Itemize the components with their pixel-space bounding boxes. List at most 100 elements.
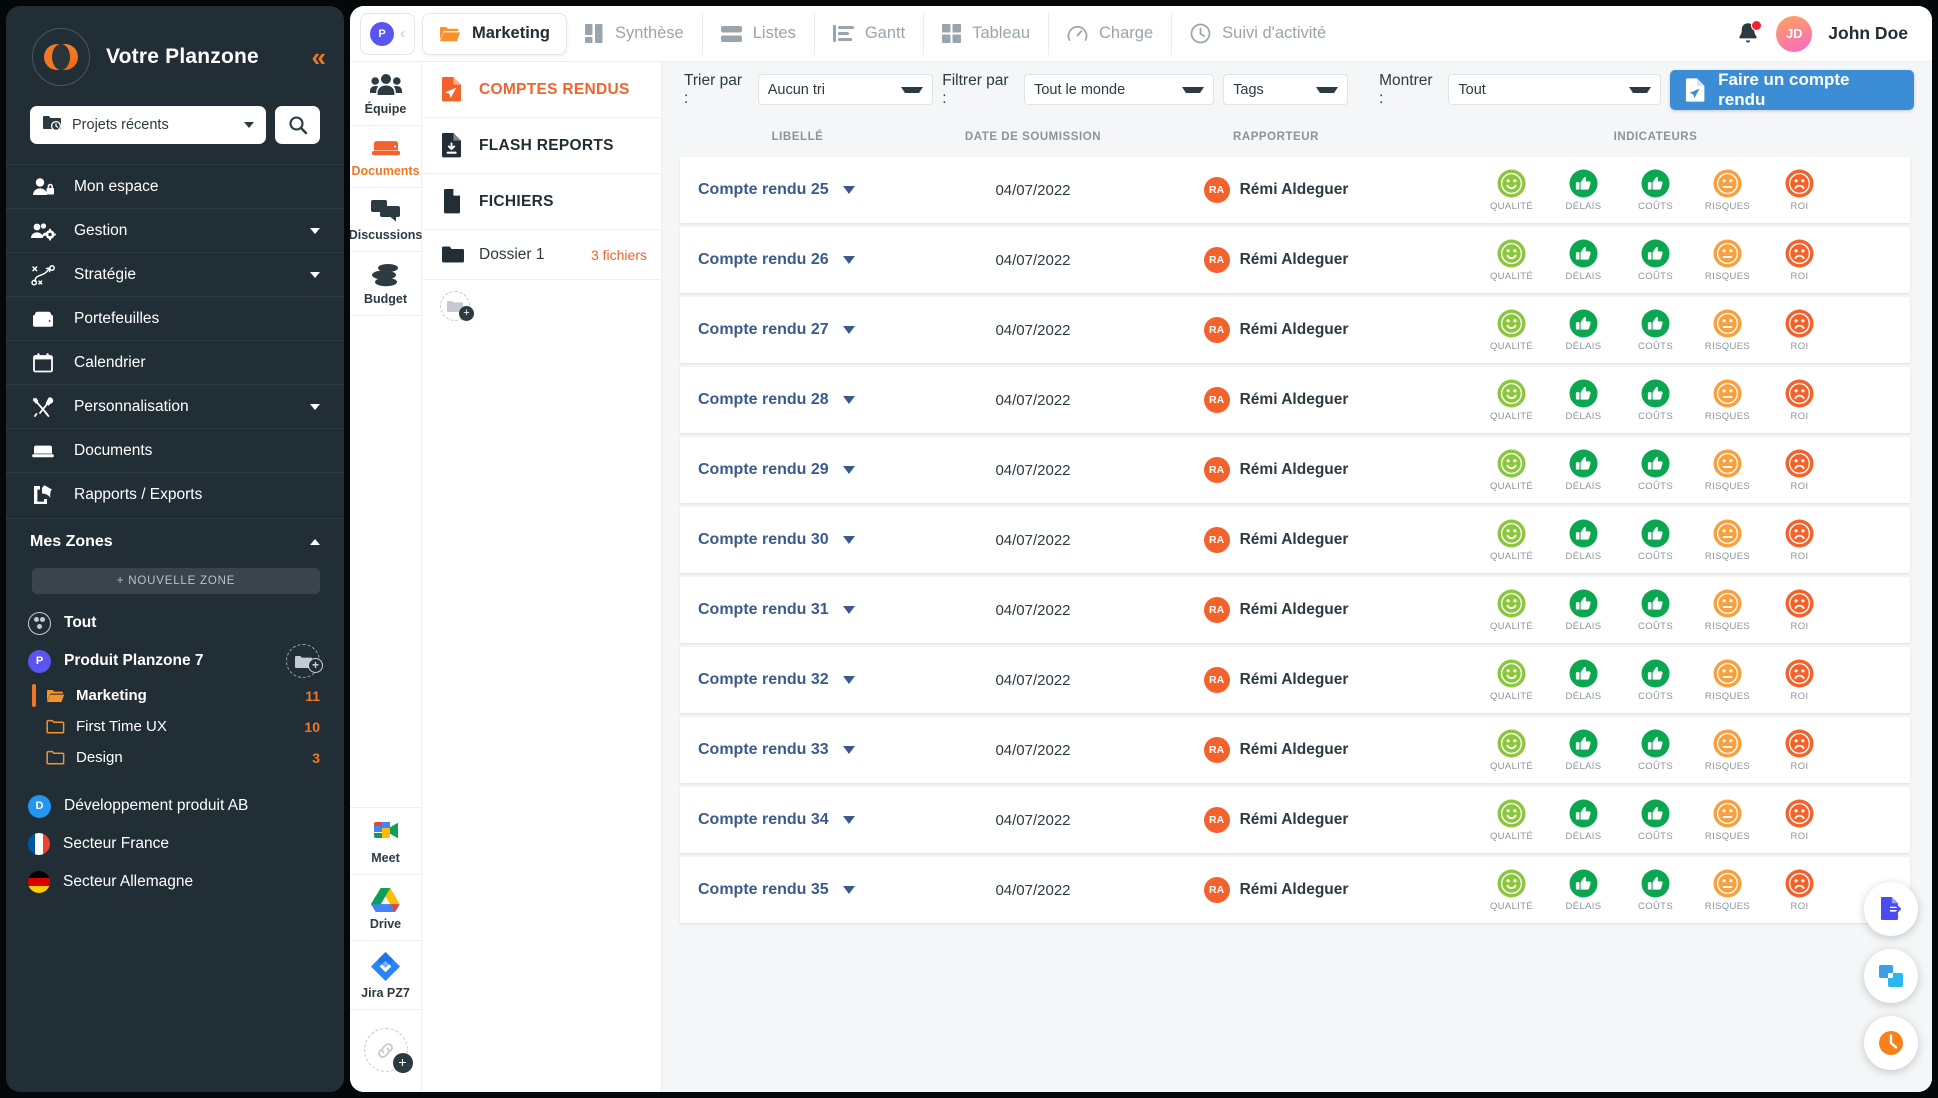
zone-subitem-marketing[interactable]: Marketing 11 bbox=[6, 680, 344, 711]
indicator-qualité[interactable]: QUALITÉ bbox=[1486, 309, 1538, 352]
doc-item-comptes-rendus[interactable]: COMPTES RENDUS bbox=[422, 62, 661, 118]
zones-header[interactable]: Mes Zones bbox=[6, 518, 344, 564]
tab-synthese[interactable]: Synthèse bbox=[567, 12, 703, 55]
chevron-down-icon[interactable] bbox=[842, 186, 855, 194]
sidebar-item-portefeuilles[interactable]: Portefeuilles bbox=[6, 296, 344, 340]
chevron-down-icon[interactable] bbox=[842, 256, 855, 264]
new-zone-button[interactable]: + NOUVELLE ZONE bbox=[32, 568, 320, 594]
sidebar-item-calendrier[interactable]: Calendrier bbox=[6, 340, 344, 384]
tab-tableau[interactable]: Tableau bbox=[924, 12, 1050, 55]
show-select[interactable]: Tout bbox=[1448, 74, 1661, 105]
doc-item-fichiers[interactable]: FICHIERS bbox=[422, 174, 661, 230]
avatar[interactable]: JD bbox=[1776, 15, 1813, 52]
notification-bell-icon[interactable] bbox=[1736, 19, 1763, 47]
report-label-cell[interactable]: Compte rendu 28 bbox=[680, 391, 915, 409]
chevron-down-icon[interactable] bbox=[842, 536, 855, 544]
indicator-roi[interactable]: ROI bbox=[1774, 589, 1826, 632]
indicator-coûts[interactable]: COÛTS bbox=[1630, 659, 1682, 702]
table-row[interactable]: Compte rendu 34 04/07/2022 RA Rémi Aldeguer… bbox=[680, 787, 1910, 853]
sidebar-item-gestion[interactable]: Gestion bbox=[6, 208, 344, 252]
table-row[interactable]: Compte rendu 31 04/07/2022 RA Rémi Aldeguer… bbox=[680, 577, 1910, 643]
indicator-qualité[interactable]: QUALITÉ bbox=[1486, 589, 1538, 632]
indicator-délais[interactable]: DÉLAIS bbox=[1558, 589, 1610, 632]
report-label-cell[interactable]: Compte rendu 30 bbox=[680, 531, 915, 549]
indicator-coûts[interactable]: COÛTS bbox=[1630, 379, 1682, 422]
indicator-délais[interactable]: DÉLAIS bbox=[1558, 169, 1610, 212]
chevron-down-icon[interactable] bbox=[842, 466, 855, 474]
indicator-délais[interactable]: DÉLAIS bbox=[1558, 659, 1610, 702]
indicator-coûts[interactable]: COÛTS bbox=[1630, 729, 1682, 772]
indicator-délais[interactable]: DÉLAIS bbox=[1558, 799, 1610, 842]
indicator-délais[interactable]: DÉLAIS bbox=[1558, 309, 1610, 352]
indicator-risques[interactable]: RISQUES bbox=[1702, 379, 1754, 422]
folder-row-dossier-1[interactable]: Dossier 1 3 fichiers bbox=[422, 230, 661, 280]
indicator-délais[interactable]: DÉLAIS bbox=[1558, 729, 1610, 772]
tab-marketing[interactable]: Marketing bbox=[422, 12, 567, 55]
fab-clock[interactable] bbox=[1864, 1016, 1918, 1070]
indicator-roi[interactable]: ROI bbox=[1774, 729, 1826, 772]
chevron-down-icon[interactable] bbox=[842, 396, 855, 404]
rail-item-equipe[interactable]: Équipe bbox=[350, 62, 421, 126]
indicator-qualité[interactable]: QUALITÉ bbox=[1486, 519, 1538, 562]
table-row[interactable]: Compte rendu 28 04/07/2022 RA Rémi Aldeguer… bbox=[680, 367, 1910, 433]
zone-subitem-first-time-ux[interactable]: First Time UX 10 bbox=[6, 711, 344, 742]
rail-item-discussions[interactable]: Discussions bbox=[350, 188, 422, 252]
report-label-cell[interactable]: Compte rendu 26 bbox=[680, 251, 915, 269]
report-label-cell[interactable]: Compte rendu 31 bbox=[680, 601, 915, 619]
filter-select[interactable]: Tout le monde bbox=[1024, 74, 1215, 105]
sidebar-item-rapports-exports[interactable]: Rapports / Exports bbox=[6, 472, 344, 516]
report-label-cell[interactable]: Compte rendu 27 bbox=[680, 321, 915, 339]
indicator-qualité[interactable]: QUALITÉ bbox=[1486, 239, 1538, 282]
report-label-cell[interactable]: Compte rendu 34 bbox=[680, 811, 915, 829]
project-switcher-button[interactable]: P ‹ bbox=[360, 12, 415, 55]
indicator-coûts[interactable]: COÛTS bbox=[1630, 309, 1682, 352]
indicator-délais[interactable]: DÉLAIS bbox=[1558, 239, 1610, 282]
tab-suivi-activite[interactable]: Suivi d'activité bbox=[1172, 13, 1344, 55]
table-row[interactable]: Compte rendu 26 04/07/2022 RA Rémi Aldeguer… bbox=[680, 227, 1910, 293]
indicator-qualité[interactable]: QUALITÉ bbox=[1486, 449, 1538, 492]
tab-gantt[interactable]: Gantt bbox=[815, 12, 925, 55]
zone-item-developpement-produit-ab[interactable]: D Développement produit AB bbox=[6, 787, 344, 825]
indicator-qualité[interactable]: QUALITÉ bbox=[1486, 659, 1538, 702]
zone-item-secteur-allemagne[interactable]: Secteur Allemagne bbox=[6, 863, 344, 901]
table-row[interactable]: Compte rendu 27 04/07/2022 RA Rémi Aldeguer… bbox=[680, 297, 1910, 363]
indicator-risques[interactable]: RISQUES bbox=[1702, 309, 1754, 352]
sidebar-item-strategie[interactable]: Stratégie bbox=[6, 252, 344, 296]
rail-app-meet[interactable]: Meet bbox=[350, 807, 421, 875]
indicator-roi[interactable]: ROI bbox=[1774, 519, 1826, 562]
indicator-roi[interactable]: ROI bbox=[1774, 659, 1826, 702]
indicator-coûts[interactable]: COÛTS bbox=[1630, 799, 1682, 842]
indicator-qualité[interactable]: QUALITÉ bbox=[1486, 379, 1538, 422]
zone-item-produit-planzone-7[interactable]: P Produit Planzone 7 + bbox=[6, 642, 344, 680]
report-label-cell[interactable]: Compte rendu 35 bbox=[680, 881, 915, 899]
indicator-coûts[interactable]: COÛTS bbox=[1630, 169, 1682, 212]
zone-subitem-design[interactable]: Design 3 bbox=[6, 742, 344, 773]
report-label-cell[interactable]: Compte rendu 29 bbox=[680, 461, 915, 479]
indicator-roi[interactable]: ROI bbox=[1774, 309, 1826, 352]
table-row[interactable]: Compte rendu 29 04/07/2022 RA Rémi Aldeguer… bbox=[680, 437, 1910, 503]
indicator-délais[interactable]: DÉLAIS bbox=[1558, 869, 1610, 912]
chevron-down-icon[interactable] bbox=[842, 676, 855, 684]
doc-item-flash-reports[interactable]: FLASH REPORTS bbox=[422, 118, 661, 174]
tab-listes[interactable]: Listes bbox=[703, 12, 815, 55]
rail-item-documents[interactable]: Documents bbox=[350, 126, 421, 188]
indicator-risques[interactable]: RISQUES bbox=[1702, 869, 1754, 912]
indicator-roi[interactable]: ROI bbox=[1774, 239, 1826, 282]
indicator-coûts[interactable]: COÛTS bbox=[1630, 239, 1682, 282]
add-folder-icon[interactable]: + bbox=[440, 291, 474, 321]
fab-export-doc[interactable] bbox=[1864, 882, 1918, 936]
tab-charge[interactable]: Charge bbox=[1049, 12, 1173, 55]
report-label-cell[interactable]: Compte rendu 33 bbox=[680, 741, 915, 759]
indicator-qualité[interactable]: QUALITÉ bbox=[1486, 799, 1538, 842]
chevron-down-icon[interactable] bbox=[842, 606, 855, 614]
chevron-down-icon[interactable] bbox=[842, 326, 855, 334]
indicator-roi[interactable]: ROI bbox=[1774, 799, 1826, 842]
table-row[interactable]: Compte rendu 30 04/07/2022 RA Rémi Aldeguer… bbox=[680, 507, 1910, 573]
table-row[interactable]: Compte rendu 25 04/07/2022 RA Rémi Aldeguer… bbox=[680, 157, 1910, 223]
indicator-roi[interactable]: ROI bbox=[1774, 379, 1826, 422]
indicator-qualité[interactable]: QUALITÉ bbox=[1486, 169, 1538, 212]
table-row[interactable]: Compte rendu 32 04/07/2022 RA Rémi Aldeguer… bbox=[680, 647, 1910, 713]
report-label-cell[interactable]: Compte rendu 25 bbox=[680, 181, 915, 199]
sidebar-item-mon-espace[interactable]: Mon espace bbox=[6, 164, 344, 208]
chevron-down-icon[interactable] bbox=[842, 746, 855, 754]
